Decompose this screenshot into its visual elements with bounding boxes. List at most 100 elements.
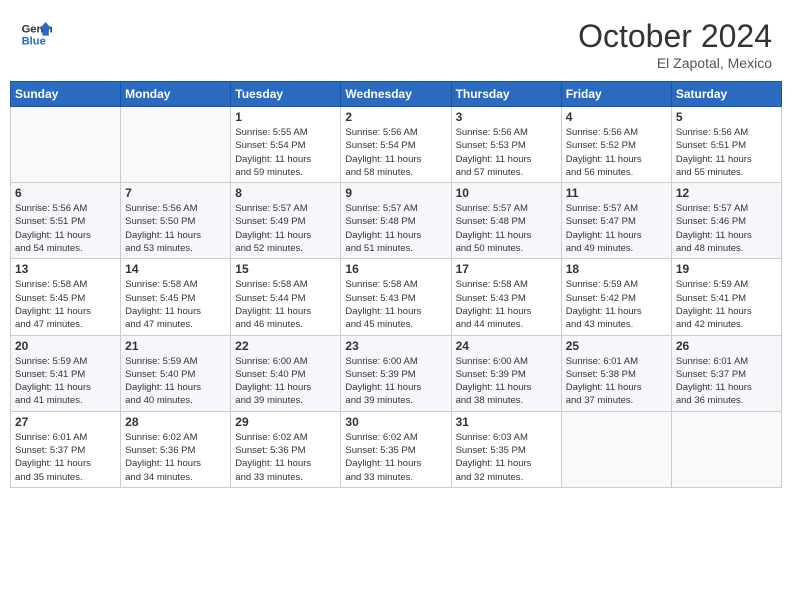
day-number: 22	[235, 339, 336, 353]
cell-info: Sunrise: 5:58 AM Sunset: 5:45 PM Dayligh…	[125, 278, 226, 331]
calendar-cell	[671, 411, 781, 487]
logo-icon: General Blue	[20, 18, 52, 50]
calendar-cell: 24Sunrise: 6:00 AM Sunset: 5:39 PM Dayli…	[451, 335, 561, 411]
cell-info: Sunrise: 6:02 AM Sunset: 5:36 PM Dayligh…	[235, 431, 336, 484]
day-number: 20	[15, 339, 116, 353]
calendar-cell: 16 Sunrise: 5:58 AM Sunset: 5:43 PM Dayli…	[341, 259, 451, 335]
day-number: 17	[456, 262, 557, 276]
cell-info: Sunrise: 5:57 AM Sunset: 5:46 PM Dayligh…	[676, 202, 777, 255]
calendar-week-row: 13 Sunrise: 5:58 AM Sunset: 5:45 PM Dayli…	[11, 259, 782, 335]
day-number: 18	[566, 262, 667, 276]
calendar-cell: 31 Sunrise: 6:03 AM Sunset: 5:35 PM Dayli…	[451, 411, 561, 487]
cell-info: Sunrise: 6:03 AM Sunset: 5:35 PM Dayligh…	[456, 431, 557, 484]
cell-info: Sunrise: 5:56 AM Sunset: 5:53 PM Dayligh…	[456, 126, 557, 179]
cell-info: Sunrise: 5:56 AM Sunset: 5:50 PM Dayligh…	[125, 202, 226, 255]
calendar-cell	[121, 107, 231, 183]
day-number: 27	[15, 415, 116, 429]
day-number: 23	[345, 339, 446, 353]
calendar-cell: 12 Sunrise: 5:57 AM Sunset: 5:46 PM Dayli…	[671, 183, 781, 259]
day-number: 16	[345, 262, 446, 276]
calendar-cell: 11Sunrise: 5:57 AM Sunset: 5:47 PM Dayli…	[561, 183, 671, 259]
cell-info: Sunrise: 6:00 AM Sunset: 5:39 PM Dayligh…	[345, 355, 446, 408]
calendar-cell: 2 Sunrise: 5:56 AM Sunset: 5:54 PM Daylig…	[341, 107, 451, 183]
calendar-cell: 14 Sunrise: 5:58 AM Sunset: 5:45 PM Dayli…	[121, 259, 231, 335]
calendar-cell: 28 Sunrise: 6:02 AM Sunset: 5:36 PM Dayli…	[121, 411, 231, 487]
weekday-header-sunday: Sunday	[11, 82, 121, 107]
day-number: 3	[456, 110, 557, 124]
calendar-cell	[11, 107, 121, 183]
calendar-cell: 19 Sunrise: 5:59 AM Sunset: 5:41 PM Dayli…	[671, 259, 781, 335]
day-number: 9	[345, 186, 446, 200]
day-number: 29	[235, 415, 336, 429]
day-number: 30	[345, 415, 446, 429]
day-number: 1	[235, 110, 336, 124]
cell-info: Sunrise: 6:00 AM Sunset: 5:39 PM Dayligh…	[456, 355, 557, 408]
cell-info: Sunrise: 5:56 AM Sunset: 5:51 PM Dayligh…	[676, 126, 777, 179]
cell-info: Sunrise: 5:58 AM Sunset: 5:45 PM Dayligh…	[15, 278, 116, 331]
svg-text:Blue: Blue	[22, 35, 46, 47]
day-number: 8	[235, 186, 336, 200]
weekday-header-row: SundayMondayTuesdayWednesdayThursdayFrid…	[11, 82, 782, 107]
cell-info: Sunrise: 6:00 AM Sunset: 5:40 PM Dayligh…	[235, 355, 336, 408]
day-number: 5	[676, 110, 777, 124]
cell-info: Sunrise: 6:02 AM Sunset: 5:35 PM Dayligh…	[345, 431, 446, 484]
cell-info: Sunrise: 5:56 AM Sunset: 5:54 PM Dayligh…	[345, 126, 446, 179]
day-number: 2	[345, 110, 446, 124]
cell-info: Sunrise: 5:58 AM Sunset: 5:43 PM Dayligh…	[456, 278, 557, 331]
day-number: 12	[676, 186, 777, 200]
calendar-cell: 1 Sunrise: 5:55 AM Sunset: 5:54 PM Daylig…	[231, 107, 341, 183]
cell-info: Sunrise: 6:01 AM Sunset: 5:38 PM Dayligh…	[566, 355, 667, 408]
day-number: 13	[15, 262, 116, 276]
day-number: 19	[676, 262, 777, 276]
day-number: 6	[15, 186, 116, 200]
day-number: 31	[456, 415, 557, 429]
day-number: 25	[566, 339, 667, 353]
calendar-cell: 3 Sunrise: 5:56 AM Sunset: 5:53 PM Daylig…	[451, 107, 561, 183]
weekday-header-wednesday: Wednesday	[341, 82, 451, 107]
cell-info: Sunrise: 5:56 AM Sunset: 5:52 PM Dayligh…	[566, 126, 667, 179]
calendar-cell: 8 Sunrise: 5:57 AM Sunset: 5:49 PM Daylig…	[231, 183, 341, 259]
cell-info: Sunrise: 5:57 AM Sunset: 5:49 PM Dayligh…	[235, 202, 336, 255]
cell-info: Sunrise: 5:56 AM Sunset: 5:51 PM Dayligh…	[15, 202, 116, 255]
calendar-cell: 17 Sunrise: 5:58 AM Sunset: 5:43 PM Dayli…	[451, 259, 561, 335]
calendar-cell: 10Sunrise: 5:57 AM Sunset: 5:48 PM Dayli…	[451, 183, 561, 259]
day-number: 14	[125, 262, 226, 276]
cell-info: Sunrise: 6:01 AM Sunset: 5:37 PM Dayligh…	[676, 355, 777, 408]
calendar-week-row: 6 Sunrise: 5:56 AM Sunset: 5:51 PM Daylig…	[11, 183, 782, 259]
calendar-cell: 29 Sunrise: 6:02 AM Sunset: 5:36 PM Dayli…	[231, 411, 341, 487]
cell-info: Sunrise: 5:59 AM Sunset: 5:40 PM Dayligh…	[125, 355, 226, 408]
cell-info: Sunrise: 5:58 AM Sunset: 5:43 PM Dayligh…	[345, 278, 446, 331]
cell-info: Sunrise: 5:57 AM Sunset: 5:47 PM Dayligh…	[566, 202, 667, 255]
cell-info: Sunrise: 6:01 AM Sunset: 5:37 PM Dayligh…	[15, 431, 116, 484]
calendar-cell: 6 Sunrise: 5:56 AM Sunset: 5:51 PM Daylig…	[11, 183, 121, 259]
cell-info: Sunrise: 6:02 AM Sunset: 5:36 PM Dayligh…	[125, 431, 226, 484]
calendar-cell: 15 Sunrise: 5:58 AM Sunset: 5:44 PM Dayli…	[231, 259, 341, 335]
day-number: 4	[566, 110, 667, 124]
calendar-table: SundayMondayTuesdayWednesdayThursdayFrid…	[10, 81, 782, 488]
calendar-cell: 23 Sunrise: 6:00 AM Sunset: 5:39 PM Dayli…	[341, 335, 451, 411]
cell-info: Sunrise: 5:59 AM Sunset: 5:41 PM Dayligh…	[676, 278, 777, 331]
calendar-cell	[561, 411, 671, 487]
cell-info: Sunrise: 5:55 AM Sunset: 5:54 PM Dayligh…	[235, 126, 336, 179]
day-number: 7	[125, 186, 226, 200]
calendar-cell: 26Sunrise: 6:01 AM Sunset: 5:37 PM Dayli…	[671, 335, 781, 411]
calendar-cell: 7 Sunrise: 5:56 AM Sunset: 5:50 PM Daylig…	[121, 183, 231, 259]
calendar-cell: 20 Sunrise: 5:59 AM Sunset: 5:41 PM Dayli…	[11, 335, 121, 411]
logo: General Blue	[20, 18, 52, 50]
cell-info: Sunrise: 5:58 AM Sunset: 5:44 PM Dayligh…	[235, 278, 336, 331]
weekday-header-saturday: Saturday	[671, 82, 781, 107]
cell-info: Sunrise: 5:57 AM Sunset: 5:48 PM Dayligh…	[345, 202, 446, 255]
calendar-cell: 25 Sunrise: 6:01 AM Sunset: 5:38 PM Dayli…	[561, 335, 671, 411]
calendar-cell: 21Sunrise: 5:59 AM Sunset: 5:40 PM Dayli…	[121, 335, 231, 411]
weekday-header-tuesday: Tuesday	[231, 82, 341, 107]
calendar-cell: 27 Sunrise: 6:01 AM Sunset: 5:37 PM Dayli…	[11, 411, 121, 487]
day-number: 15	[235, 262, 336, 276]
calendar-week-row: 27 Sunrise: 6:01 AM Sunset: 5:37 PM Dayli…	[11, 411, 782, 487]
weekday-header-monday: Monday	[121, 82, 231, 107]
cell-info: Sunrise: 5:59 AM Sunset: 5:41 PM Dayligh…	[15, 355, 116, 408]
calendar-cell: 4 Sunrise: 5:56 AM Sunset: 5:52 PM Daylig…	[561, 107, 671, 183]
day-number: 28	[125, 415, 226, 429]
page-header: General Blue October 2024 El Zapotal, Me…	[10, 10, 782, 75]
calendar-cell: 9 Sunrise: 5:57 AM Sunset: 5:48 PM Daylig…	[341, 183, 451, 259]
calendar-week-row: 1 Sunrise: 5:55 AM Sunset: 5:54 PM Daylig…	[11, 107, 782, 183]
